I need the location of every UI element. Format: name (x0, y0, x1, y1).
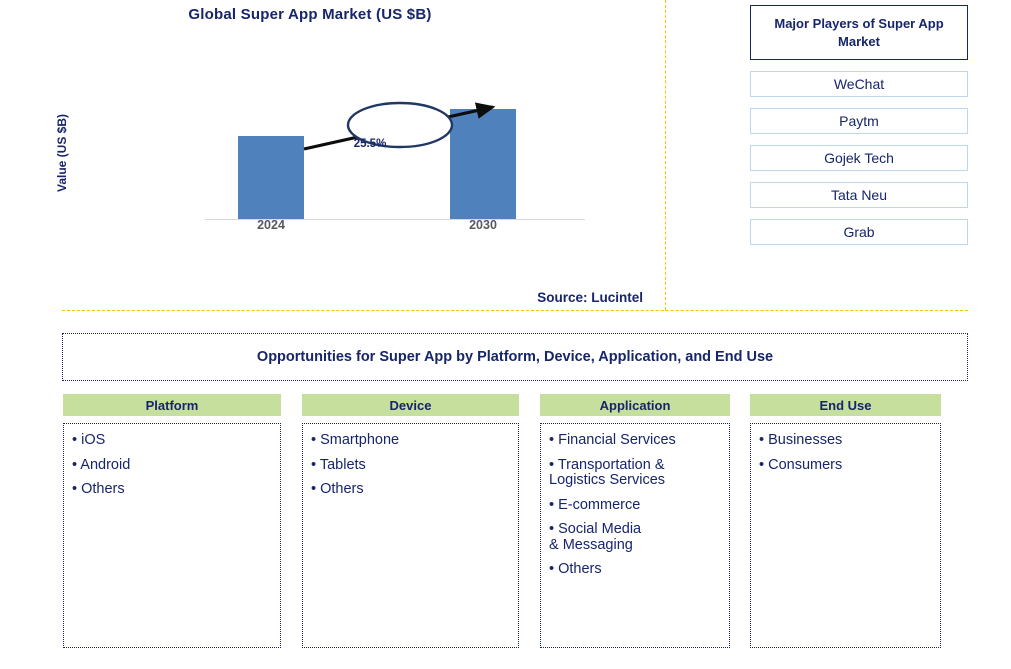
list-item: • Financial Services (549, 432, 676, 448)
list-item: • Smartphone (311, 432, 400, 448)
segment-header-device: Device (302, 394, 519, 416)
source-label: Source: Lucintel (537, 290, 643, 305)
list-item: • Android (72, 456, 131, 473)
list-item: • Others (549, 561, 602, 577)
list-item: • iOS (72, 432, 106, 448)
horizontal-divider (62, 310, 968, 311)
segment-header-end-use: End Use (750, 394, 941, 416)
player-label: WeChat (833, 76, 885, 92)
cagr-arrow-icon (303, 101, 496, 151)
list-item: • Tablets (311, 456, 366, 473)
player-item-gojek-tech[interactable]: Gojek Tech (750, 145, 968, 171)
cagr-value-label: 25.5% (353, 138, 387, 150)
chart-plot-area: Value (US $B) 2024 2030 25.5% (55, 90, 585, 232)
player-item-wechat[interactable]: WeChat (750, 71, 968, 97)
major-players-header: Major Players of Super App Market (750, 5, 968, 60)
player-item-paytm[interactable]: Paytm (750, 108, 968, 134)
opportunities-banner: Opportunities for Super App by Platform,… (62, 333, 968, 381)
segment-body-end-use: • Businesses • Consumers (750, 423, 941, 648)
segment-body-platform: • iOS • Android • Others (63, 423, 281, 648)
player-item-grab[interactable]: Grab (750, 219, 968, 245)
player-label: Paytm (839, 113, 879, 129)
list-item: • Businesses (759, 432, 843, 448)
list-item: • Social Media & Messaging (549, 521, 642, 553)
list-item: • Others (72, 481, 125, 497)
segment-body-device: • Smartphone • Tablets • Others (302, 423, 519, 648)
y-axis-label: Value (US $B) (55, 113, 69, 193)
list-item: • E-commerce (549, 496, 641, 513)
list-item: • Transportation & Logistics Services (549, 456, 666, 488)
list-item: • Consumers (759, 456, 843, 473)
player-item-tata-neu[interactable]: Tata Neu (750, 182, 968, 208)
list-item: • Others (311, 481, 364, 497)
player-label: Gojek Tech (824, 150, 894, 166)
segment-header-application: Application (540, 394, 730, 416)
vertical-divider (665, 0, 666, 310)
player-label: Tata Neu (830, 187, 888, 203)
segment-header-platform: Platform (63, 394, 281, 416)
player-label: Grab (843, 224, 875, 240)
segment-body-application: • Financial Services • Transportation & … (540, 423, 730, 648)
chart-title: Global Super App Market (US $B) (188, 6, 432, 23)
major-players-panel: Major Players of Super App Market WeChat… (750, 5, 968, 245)
market-chart-panel: Global Super App Market (US $B) Value (U… (0, 0, 665, 310)
